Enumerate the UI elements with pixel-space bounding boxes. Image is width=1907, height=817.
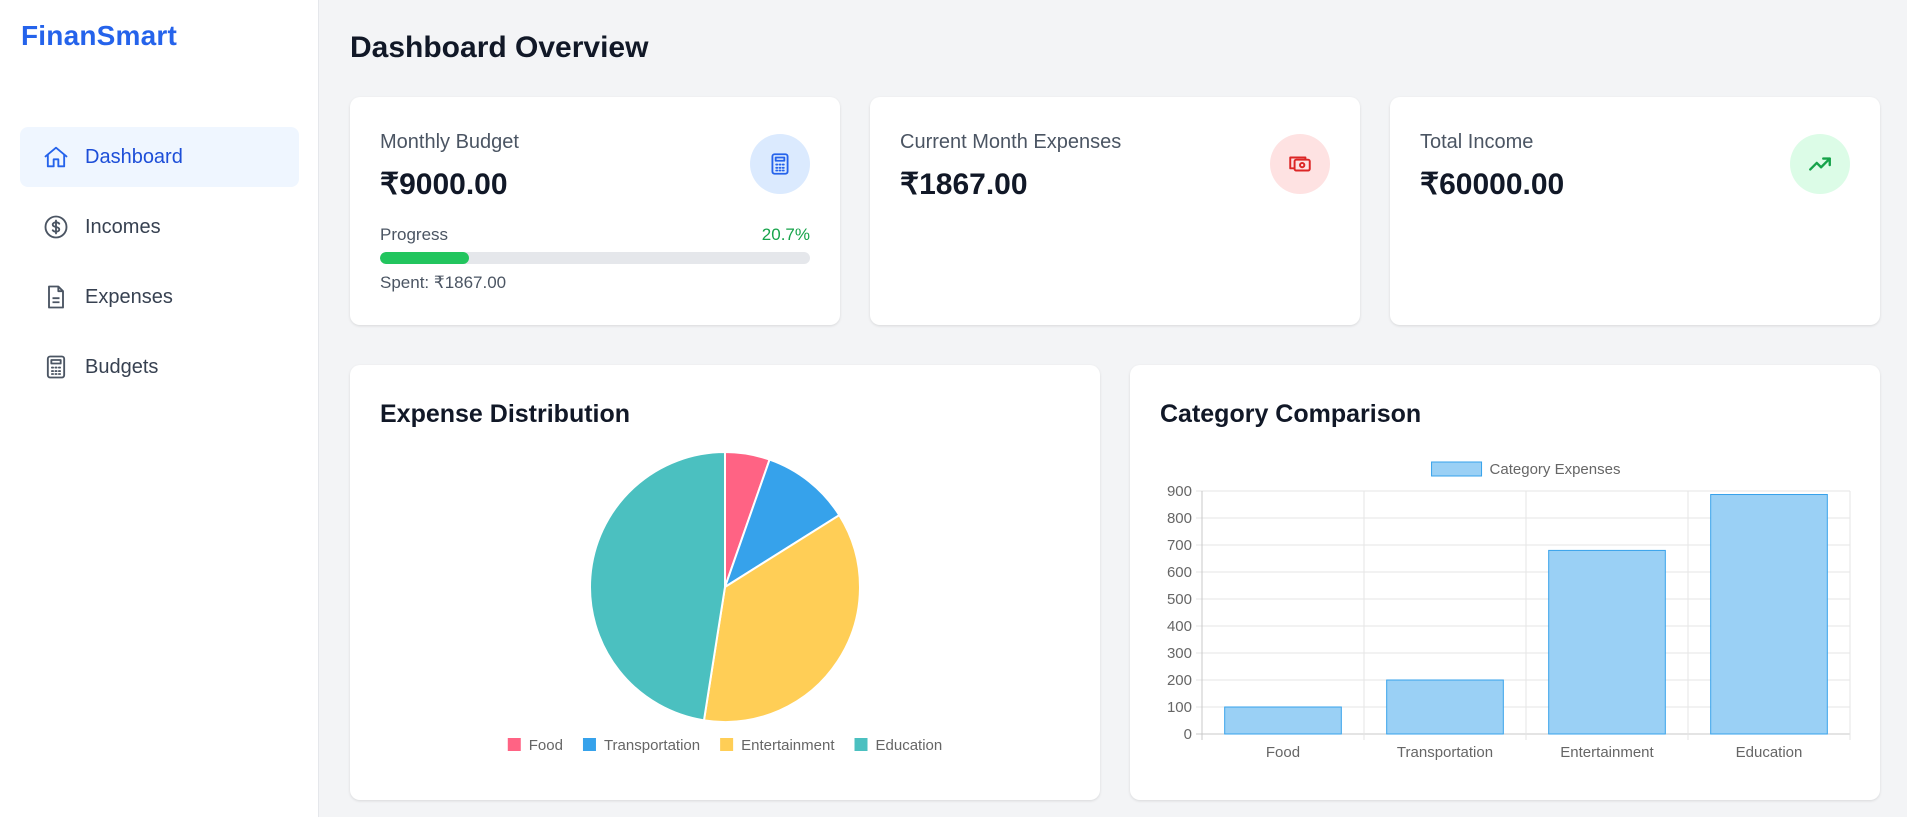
sidebar-item-incomes[interactable]: Incomes	[20, 197, 299, 257]
bar-entertainment[interactable]	[1548, 549, 1666, 735]
sidebar-item-budgets[interactable]: Budgets	[20, 337, 299, 397]
expense-pie-chart: Food Transportation Entertainment Education	[507, 450, 943, 754]
y-tick-label: 200	[1167, 672, 1192, 689]
legend-label-food[interactable]: Food	[529, 737, 563, 754]
bar-education[interactable]	[1710, 494, 1828, 735]
stat-label: Monthly Budget	[380, 131, 519, 153]
home-icon	[42, 143, 70, 171]
app-logo[interactable]: FinanSmart	[21, 20, 177, 52]
bar-transportation[interactable]	[1386, 679, 1504, 735]
page-title: Dashboard Overview	[350, 31, 649, 64]
progress-label: Progress	[380, 225, 449, 244]
sidebar-item-expenses[interactable]: Expenses	[20, 267, 299, 327]
legend-label-transportation[interactable]: Transportation	[604, 737, 700, 754]
dollar-circle-icon	[42, 213, 70, 241]
pie-slice-education[interactable]	[589, 450, 726, 722]
legend-swatch-education	[854, 738, 868, 751]
stat-label: Current Month Expenses	[900, 131, 1122, 153]
y-tick-label: 0	[1184, 726, 1192, 743]
budget-progress-fill	[380, 252, 469, 264]
sidebar-item-label: Dashboard	[85, 145, 183, 168]
y-tick-label: 800	[1167, 510, 1192, 527]
trending-up-icon	[1790, 134, 1850, 194]
legend-swatch-category-expenses	[1431, 461, 1483, 477]
category-comparison-panel: Category Comparison 0 100 200 300 400 500 600 7…	[1130, 365, 1880, 800]
legend-swatch-food	[507, 738, 521, 751]
calculator-icon	[42, 353, 70, 381]
document-icon	[42, 283, 70, 311]
legend-swatch-entertainment	[720, 738, 734, 751]
sidebar-item-dashboard[interactable]: Dashboard	[20, 127, 299, 187]
legend-swatch-transportation	[582, 738, 596, 751]
bar-food[interactable]	[1224, 706, 1342, 735]
y-tick-label: 900	[1167, 483, 1192, 500]
sidebar-item-label: Incomes	[85, 215, 161, 238]
budget-progress-bar	[380, 252, 810, 264]
monthly-budget-card: Monthly Budget ₹9000.00 Progress 20.7% S…	[350, 97, 840, 325]
total-income-card: Total Income ₹60000.00	[1390, 97, 1880, 325]
current-month-expenses-card: Current Month Expenses ₹1867.00	[870, 97, 1360, 325]
spent-amount: Spent: ₹1867.00	[380, 273, 507, 292]
legend-label-entertainment[interactable]: Entertainment	[741, 737, 835, 754]
y-tick-label: 700	[1167, 537, 1192, 554]
sidebar-nav: Dashboard Incomes Expenses Budgets	[20, 127, 299, 407]
x-tick-label: Education	[1736, 744, 1803, 761]
y-tick-label: 300	[1167, 645, 1192, 662]
stat-label: Total Income	[1420, 131, 1534, 153]
calculator-icon	[750, 134, 810, 194]
x-tick-label: Food	[1266, 744, 1300, 761]
legend-label-category-expenses: Category Expenses	[1490, 461, 1621, 478]
bar-legend[interactable]: Category Expenses	[1431, 461, 1621, 478]
y-tick-label: 600	[1167, 564, 1192, 581]
stat-value: ₹1867.00	[900, 168, 1028, 201]
progress-percentage: 20.7%	[761, 225, 810, 244]
category-bar-chart: 0 100 200 300 400 500 600 700 800 900 Food Transpor…	[1167, 461, 1851, 761]
expense-distribution-panel: Expense Distribution Food Transportation E…	[350, 365, 1100, 800]
stat-value: ₹9000.00	[380, 168, 508, 201]
sidebar-item-label: Expenses	[85, 285, 173, 308]
y-tick-label: 400	[1167, 618, 1192, 635]
x-tick-label: Transportation	[1397, 744, 1493, 761]
pie-legend: Food Transportation Entertainment Education	[507, 737, 943, 754]
cash-icon	[1270, 134, 1330, 194]
stat-value: ₹60000.00	[1420, 168, 1565, 201]
sidebar-item-label: Budgets	[85, 355, 159, 378]
x-tick-label: Entertainment	[1560, 744, 1654, 761]
y-tick-label: 500	[1167, 591, 1192, 608]
sidebar: FinanSmart Dashboard Incomes Expenses Bu…	[0, 0, 319, 817]
y-tick-label: 100	[1167, 699, 1192, 716]
legend-label-education[interactable]: Education	[876, 737, 943, 754]
